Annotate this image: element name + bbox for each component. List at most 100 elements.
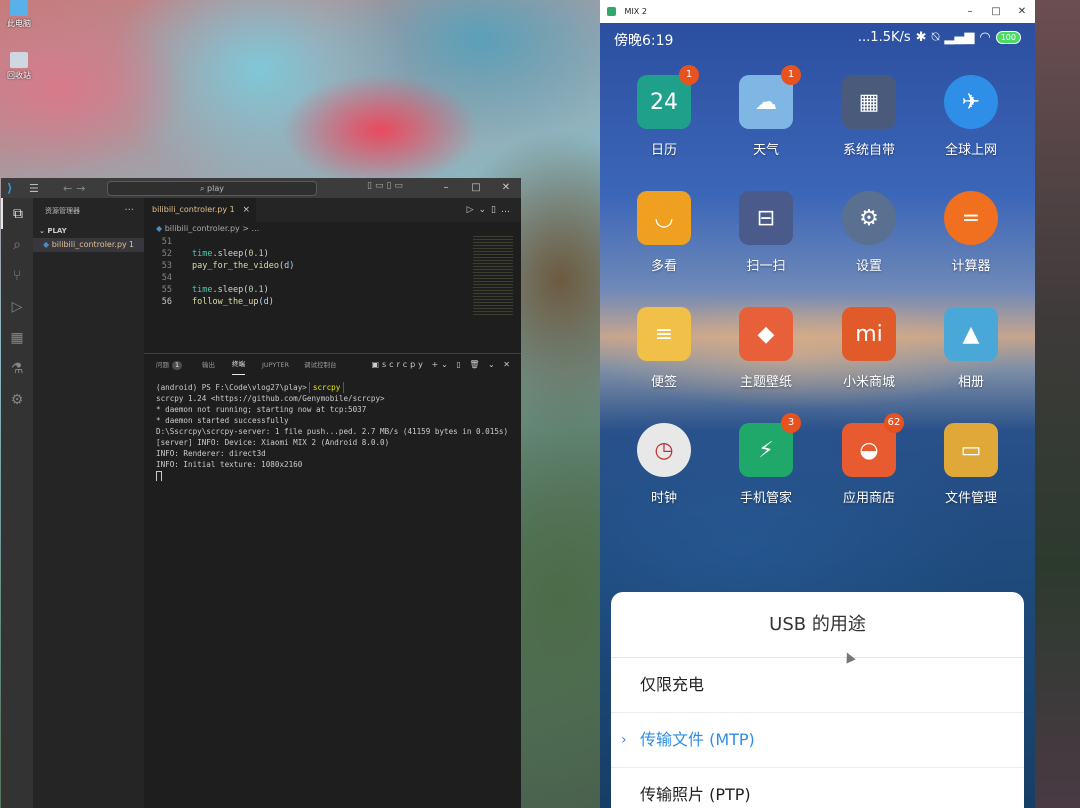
- terminal-line: INFO: Renderer: direct3d: [156, 449, 266, 458]
- app-global-internet[interactable]: ✈ 全球上网: [926, 75, 1016, 158]
- nav-arrows-icon[interactable]: ←→: [63, 182, 89, 195]
- app-store-icon: ◒ 62: [842, 413, 904, 477]
- mi-store-icon: mi: [842, 307, 896, 361]
- code-line: 53 pay_for_the_video(d): [161, 261, 295, 271]
- notification-badge: 1: [781, 65, 801, 85]
- usb-option-ptp[interactable]: 传输照片 (PTP): [611, 768, 1024, 808]
- duokan-icon: ◡: [637, 191, 691, 245]
- global-internet-icon: ✈: [944, 75, 998, 129]
- terminal-line: * daemon started successfully: [156, 416, 289, 425]
- file-bilibili-controler[interactable]: ◆ bilibili_controler.py 1: [33, 238, 144, 252]
- editor-actions[interactable]: ▷⌄▯…: [467, 198, 515, 222]
- code-line: 52 time.sleep(0.1): [161, 249, 269, 259]
- more-actions-icon[interactable]: ···: [124, 198, 134, 224]
- vscode-window: ⟩ ☰ ←→ ⌕ play ▯▭▯▭ – □ ✕ ⧉ ⌕ ⑂ ▷ ▦ ⚗ ⚙ 资…: [1, 178, 521, 808]
- app-file-manager[interactable]: ▭ 文件管理: [926, 423, 1016, 506]
- menu-icon[interactable]: ☰: [29, 182, 43, 195]
- app-label: 天气: [752, 143, 779, 158]
- highlighted-command: scrcpy: [308, 382, 345, 393]
- app-label: 设置: [855, 259, 882, 274]
- phone-status-bar: 傍晚6:19 ...1.5K/s ✱ ⍉ ▂▄▆ ◠ 100: [600, 23, 1035, 53]
- app-calculator[interactable]: = 计算器: [926, 191, 1016, 274]
- panel-tabs: 问题 1 输出 终端 JUPYTER 调试控制台 ▣scrcpy +⌄ ▯ 🗑 ⌄…: [144, 354, 521, 376]
- terminal-output[interactable]: (android) PS F:\Code\vlog27\play> scrcpy …: [156, 382, 515, 481]
- source-control-icon[interactable]: ⑂: [1, 260, 33, 291]
- usb-option-charge-only[interactable]: 仅限充电: [611, 658, 1024, 713]
- tab-debug-console[interactable]: 调试控制台: [304, 354, 337, 376]
- extensions-icon[interactable]: ▦: [1, 322, 33, 353]
- app-label: 便签: [650, 375, 677, 390]
- app-settings[interactable]: ⚙ 设置: [824, 191, 914, 274]
- desktop-icon-computer[interactable]: 此电脑: [2, 0, 36, 29]
- minimize-button[interactable]: –: [957, 0, 983, 23]
- app-label: 全球上网: [944, 143, 997, 158]
- minimap[interactable]: [473, 236, 513, 316]
- python-file-icon: ◆: [43, 240, 50, 249]
- explorer-icon[interactable]: ⧉: [1, 198, 33, 229]
- command-center-search[interactable]: ⌕ play: [107, 181, 317, 196]
- app-duokan[interactable]: ◡ 多看: [619, 191, 709, 274]
- app-scanner[interactable]: ⊟ 扫一扫: [721, 191, 811, 274]
- maximize-button[interactable]: □: [461, 178, 491, 198]
- scrcpy-app-icon: [607, 7, 616, 16]
- tab-problems[interactable]: 问题 1: [156, 354, 183, 376]
- minimize-button[interactable]: –: [431, 178, 461, 198]
- scrcpy-window: MIX 2 – □ ✕ 傍晚6:19 ...1.5K/s ✱ ⍉ ▂▄▆ ◠ 1…: [600, 0, 1035, 808]
- code-line: 56 follow_the_up(d): [161, 297, 274, 307]
- network-speed: ...1.5K/s: [857, 30, 911, 45]
- app-clock[interactable]: ◷ 时钟: [619, 423, 709, 506]
- app-weather[interactable]: ☁ 1 天气: [721, 65, 811, 158]
- code-line: 55 time.sleep(0.1): [161, 285, 269, 295]
- app-mi-store[interactable]: mi 小米商城: [824, 307, 914, 390]
- testing-icon[interactable]: ⚗: [1, 353, 33, 384]
- notes-icon: ≡: [637, 307, 691, 361]
- app-security[interactable]: ⚡ 3 手机管家: [721, 413, 811, 506]
- settings-icon: ⚙: [842, 191, 896, 245]
- tab-output[interactable]: 输出: [202, 354, 215, 376]
- calculator-icon: =: [944, 191, 998, 245]
- wifi-icon: ◠: [979, 30, 991, 45]
- phone-screen[interactable]: 傍晚6:19 ...1.5K/s ✱ ⍉ ▂▄▆ ◠ 100 24 1 日历 ☁ 1 天气…: [600, 23, 1035, 808]
- clock-icon: ◷: [637, 423, 691, 477]
- search-icon[interactable]: ⌕: [1, 229, 33, 260]
- editor-area: bilibili_controler.py 1 × ▷⌄▯… ◆ bilibil…: [144, 198, 521, 353]
- layout-toggle-icons[interactable]: ▯▭▯▭: [367, 181, 406, 191]
- tab-jupyter[interactable]: JUPYTER: [262, 354, 289, 376]
- app-label: 扫一扫: [746, 259, 786, 274]
- remote-icon[interactable]: ⚙: [1, 384, 33, 415]
- breadcrumb[interactable]: ◆ bilibili_controler.py > ...: [144, 222, 521, 236]
- desktop-icon-recycle-bin[interactable]: 回收站: [2, 52, 36, 81]
- close-tab-icon[interactable]: ×: [242, 198, 250, 222]
- app-notes[interactable]: ≡ 便签: [619, 307, 709, 390]
- vscode-logo-icon: ⟩: [7, 181, 13, 195]
- app-calendar[interactable]: 24 1 日历: [619, 65, 709, 158]
- terminal-actions[interactable]: ▣scrcpy +⌄ ▯ 🗑 ⌄ ✕: [371, 354, 513, 376]
- app-app-store[interactable]: ◒ 62 应用商店: [824, 413, 914, 506]
- close-button[interactable]: ✕: [491, 178, 521, 198]
- run-debug-icon[interactable]: ▷: [1, 291, 33, 322]
- folder-play[interactable]: ⌄ PLAY: [33, 224, 144, 238]
- tab-bilibili-controler[interactable]: bilibili_controler.py 1 ×: [144, 198, 256, 222]
- scanner-icon: ⊟: [739, 191, 793, 245]
- terminal-icon: ▣: [371, 360, 383, 369]
- notification-badge: 3: [781, 413, 801, 433]
- terminal-line: D:\Sscrcpy\scrcpy-server: 1 file push...…: [156, 427, 509, 436]
- app-system-folder[interactable]: ▦ 系统自带: [824, 75, 914, 158]
- themes-icon: ◆: [739, 307, 793, 361]
- terminal-line: INFO: Initial texture: 1080x2160: [156, 460, 303, 469]
- app-gallery[interactable]: ▲ 相册: [926, 307, 1016, 390]
- chevron-right-icon: ›: [621, 732, 627, 748]
- app-label: 手机管家: [739, 491, 792, 506]
- close-button[interactable]: ✕: [1009, 0, 1035, 23]
- usb-option-mtp[interactable]: › 传输文件 (MTP): [611, 713, 1024, 768]
- tab-terminal[interactable]: 终端: [232, 354, 245, 375]
- app-label: 小米商城: [842, 375, 895, 390]
- vscode-window-controls: – □ ✕: [431, 178, 521, 198]
- app-themes[interactable]: ◆ 主题壁纸: [721, 307, 811, 390]
- code-view[interactable]: 51 52 time.sleep(0.1) 53 pay_for_the_video…: [144, 236, 474, 308]
- maximize-button[interactable]: □: [983, 0, 1009, 23]
- scrcpy-window-controls: – □ ✕: [957, 0, 1035, 23]
- terminal-line: scrcpy 1.24 <https://github.com/Genymobi…: [156, 394, 385, 403]
- desktop-wallpaper-right: [1035, 0, 1080, 808]
- app-label: 文件管理: [944, 491, 997, 506]
